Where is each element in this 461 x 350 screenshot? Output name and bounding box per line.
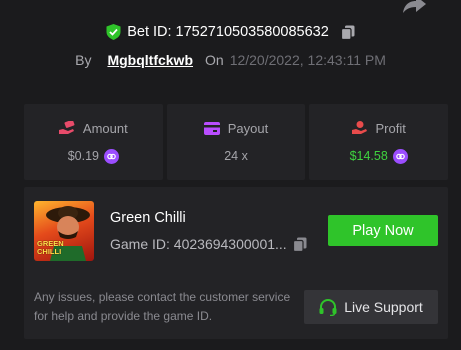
live-support-label: Live Support xyxy=(344,299,423,315)
username-link[interactable]: Mgbqltfckwb xyxy=(107,52,193,68)
game-logo: GREEN CHILLI xyxy=(37,239,64,256)
bet-id: Bet ID: 1752710503580085632 xyxy=(127,24,329,40)
game-card: GREEN CHILLI Green Chilli Game ID: 40236… xyxy=(24,187,448,339)
stat-payout-label: Payout xyxy=(227,121,269,136)
verified-shield-icon xyxy=(106,24,121,40)
card-icon xyxy=(203,122,220,135)
play-now-button[interactable]: Play Now xyxy=(328,215,438,246)
on-label: On xyxy=(205,52,224,68)
stat-amount-label: Amount xyxy=(82,120,128,136)
by-label: By xyxy=(75,52,92,68)
stat-profit-label: Profit xyxy=(375,120,406,136)
headset-icon xyxy=(319,298,337,316)
stat-payout-value: 24 x xyxy=(224,149,248,163)
share-icon[interactable] xyxy=(402,0,428,14)
profit-hand-icon xyxy=(351,121,367,134)
copy-bet-id-icon[interactable] xyxy=(340,25,355,40)
help-text: Any issues, please contact the customer … xyxy=(34,290,291,323)
coin-icon xyxy=(392,148,408,164)
copy-game-id-icon[interactable] xyxy=(292,237,307,252)
game-title: Green Chilli xyxy=(110,210,186,226)
bet-id-row: Bet ID: 1752710503580085632 xyxy=(0,22,461,42)
money-hand-icon xyxy=(58,121,75,134)
game-thumbnail[interactable]: GREEN CHILLI xyxy=(34,201,94,261)
bet-stats: Amount $0.19 Payout 24 x Profit $14.58 xyxy=(24,104,449,180)
bet-datetime: 12/20/2022, 12:43:11 PM xyxy=(229,52,386,68)
game-id: Game ID: 4023694300001... xyxy=(110,236,287,252)
stat-profit-value: $14.58 xyxy=(349,149,388,163)
coin-icon xyxy=(103,148,119,164)
stat-payout: Payout 24 x xyxy=(166,104,306,180)
stat-amount-value: $0.19 xyxy=(67,149,99,163)
game-id-row: Game ID: 4023694300001... xyxy=(110,236,307,252)
bet-meta-row: By Mgbqltfckwb On 12/20/2022, 12:43:11 P… xyxy=(0,51,461,69)
live-support-button[interactable]: Live Support xyxy=(304,290,438,324)
stat-profit: Profit $14.58 xyxy=(309,104,449,180)
stat-amount: Amount $0.19 xyxy=(24,104,163,180)
